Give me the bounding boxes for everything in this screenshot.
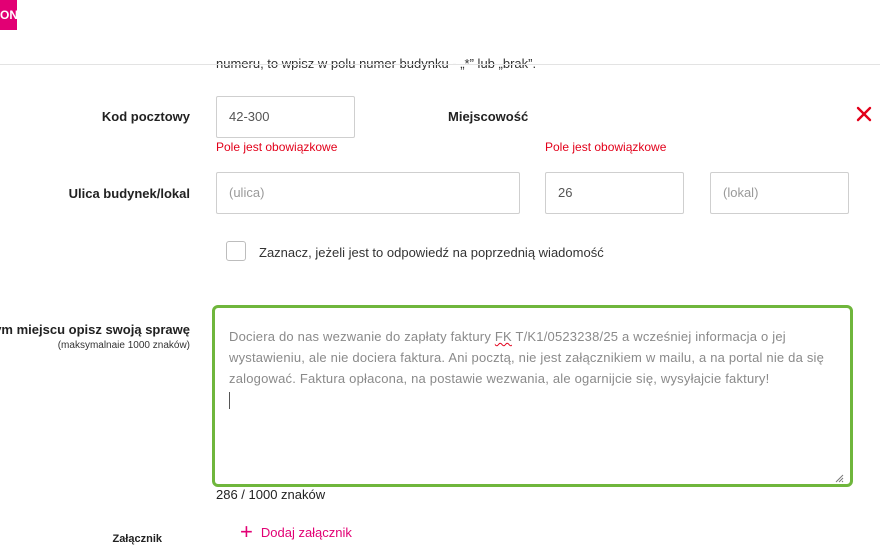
description-label-group: W tym miejscu opisz swoją sprawę (maksym… [0, 322, 190, 351]
brand-badge[interactable]: ON [0, 0, 17, 30]
postal-code-input[interactable]: 42-300 [216, 96, 355, 138]
reply-checkbox-label[interactable]: Zaznacz, jeżeli jest to odpowiedź na pop… [259, 245, 604, 260]
street-input[interactable]: (ulica) [216, 172, 520, 214]
close-icon[interactable] [854, 104, 874, 124]
description-text-flagged-word: FK [494, 329, 512, 344]
character-counter: 286 / 1000 znaków [216, 487, 326, 502]
header-divider [0, 64, 880, 65]
attachment-label: Załącznik [112, 533, 162, 545]
resize-grip-icon[interactable] [834, 468, 844, 483]
building-number-input[interactable]: 26 [545, 172, 684, 214]
plus-icon: + [240, 519, 253, 544]
unit-number-input[interactable]: (lokal) [710, 172, 849, 214]
building-number-hint: numeru, to wpisz w polu numer budynku - … [216, 56, 537, 70]
description-textarea[interactable]: Dociera do nas wezwanie do zapłaty faktu… [212, 305, 853, 487]
postal-code-error: Pole jest obowiązkowe [216, 140, 338, 154]
description-label: W tym miejscu opisz swoją sprawę [0, 322, 190, 337]
city-error: Pole jest obowiązkowe [545, 140, 667, 154]
description-text-start: Dociera do nas wezwanie do zapłaty faktu… [229, 329, 495, 344]
description-sublabel: (maksymalnaie 1000 znaków) [57, 340, 190, 351]
text-caret [229, 392, 230, 410]
add-attachment-button[interactable]: + Dodaj załącznik [240, 519, 352, 544]
reply-checkbox[interactable] [226, 241, 246, 261]
street-label: Ulica budynek/lokal [68, 186, 190, 201]
city-label: Miejscowość [448, 109, 529, 124]
add-attachment-label: Dodaj załącznik [260, 524, 352, 540]
postal-code-label: Kod pocztowy [101, 109, 190, 124]
